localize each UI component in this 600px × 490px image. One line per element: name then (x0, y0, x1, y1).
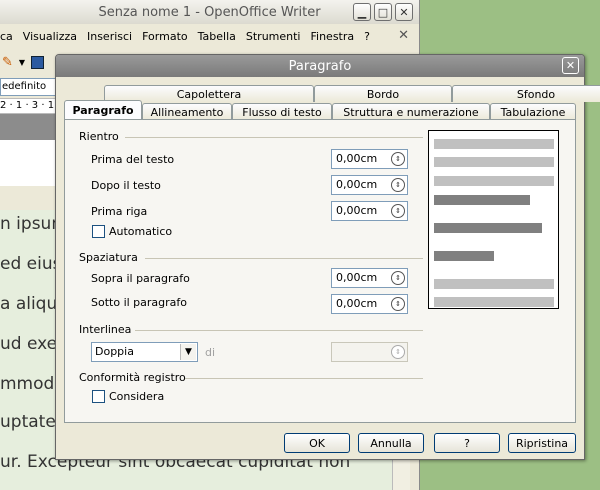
menu-edit[interactable]: ca (0, 30, 13, 43)
label-sopra: Sopra il paragrafo (91, 272, 190, 285)
tab-flusso-testo[interactable]: Flusso di testo (232, 103, 332, 120)
label-prima-riga: Prima riga (91, 205, 148, 218)
preview-line (434, 195, 530, 205)
spin-updown-icon[interactable]: ⇕ (391, 178, 405, 192)
tab-struttura-numerazione[interactable]: Struttura e numerazione (332, 103, 490, 120)
label-sotto: Sotto il paragrafo (91, 296, 188, 309)
close-document-icon[interactable]: ✕ (398, 28, 409, 43)
paragraph-dialog: Paragrafo ✕ Capolettera Bordo Sfondo Par… (55, 54, 600, 460)
preview-line (434, 297, 554, 307)
tab-sfondo[interactable]: Sfondo (452, 85, 600, 102)
divider (185, 378, 423, 379)
menu-formato[interactable]: Formato (142, 30, 188, 43)
paragraph-style-box[interactable]: edefinito (0, 78, 58, 96)
menu-visualizza[interactable]: Visualizza (23, 30, 77, 43)
menu-tabella[interactable]: Tabella (198, 30, 236, 43)
considera-checkbox[interactable] (92, 390, 105, 403)
doc-line: ed eius (0, 254, 62, 274)
writer-title: Senza nome 1 - OpenOffice Writer (98, 4, 321, 20)
preview-line (434, 251, 494, 261)
preview-line (434, 223, 542, 233)
menu-bar: ca Visualizza Inserisci Formato Tabella … (0, 24, 419, 48)
tab-allineamento[interactable]: Allineamento (142, 103, 232, 120)
label-considera: Considera (109, 390, 165, 403)
divider (145, 258, 423, 259)
tab-bordo[interactable]: Bordo (314, 85, 452, 102)
tab-tabulazione[interactable]: Tabulazione (490, 103, 576, 120)
section-interlinea: Interlinea (79, 323, 132, 336)
menu-inserisci[interactable]: Inserisci (87, 30, 132, 43)
section-registro: Conformità registro (79, 371, 186, 384)
tab-paragrafo[interactable]: Paragrafo (64, 100, 142, 120)
label-dopo-testo: Dopo il testo (91, 179, 161, 192)
dropdown-arrow-icon[interactable]: ▼ (19, 58, 25, 67)
paint-icon[interactable]: ✎ (2, 55, 13, 70)
prima-testo-field[interactable]: 0,00cm ⇕ (331, 149, 408, 169)
preview-line (434, 279, 554, 289)
spin-updown-icon[interactable]: ⇕ (391, 152, 405, 166)
label-automatico: Automatico (109, 225, 173, 238)
ok-button[interactable]: OK (284, 433, 350, 453)
menu-strumenti[interactable]: Strumenti (246, 30, 301, 43)
doc-line: mmodi (0, 374, 60, 394)
dialog-title: Paragrafo (288, 58, 352, 74)
interlinea-di-field: ⇕ (331, 342, 408, 362)
preview-line (434, 176, 554, 186)
dopo-testo-field[interactable]: 0,00cm ⇕ (331, 175, 408, 195)
tab-row-back: Capolettera Bordo Sfondo (104, 85, 600, 102)
section-spaziatura: Spaziatura (79, 251, 138, 264)
automatico-checkbox[interactable] (92, 225, 105, 238)
interlinea-select[interactable]: Doppia ▼ (91, 342, 198, 362)
doc-line: a aliqu (0, 294, 58, 314)
sopra-paragrafo-field[interactable]: 0,00cm ⇕ (331, 268, 408, 288)
dialog-titlebar: Paragrafo ✕ (56, 55, 584, 77)
sotto-paragrafo-field[interactable]: 0,00cm ⇕ (331, 294, 408, 314)
preview-line (434, 139, 554, 149)
divider (135, 330, 423, 331)
annulla-button[interactable]: Annulla (358, 433, 424, 453)
maximize-button[interactable]: □ (374, 3, 392, 21)
save-icon[interactable] (31, 55, 45, 69)
dialog-close-button[interactable]: ✕ (562, 57, 579, 74)
spin-updown-icon[interactable]: ⇕ (391, 271, 405, 285)
prima-riga-field[interactable]: 0,00cm ⇕ (331, 201, 408, 221)
label-di: di (205, 346, 216, 359)
tab-row-front: Paragrafo Allineamento Flusso di testo S… (64, 100, 576, 120)
paragraph-tab-panel: Rientro Prima del testo 0,00cm ⇕ Dopo il… (64, 119, 576, 423)
section-rientro: Rientro (79, 130, 119, 143)
spin-updown-icon[interactable]: ⇕ (391, 297, 405, 311)
writer-titlebar: Senza nome 1 - OpenOffice Writer ▁ □ ✕ (0, 0, 419, 24)
ripristina-button[interactable]: Ripristina (508, 433, 576, 453)
help-button[interactable]: ? (434, 433, 500, 453)
spin-updown-icon: ⇕ (391, 345, 405, 359)
minimize-button[interactable]: ▁ (353, 3, 371, 21)
menu-help[interactable]: ? (364, 30, 370, 43)
close-window-button[interactable]: ✕ (395, 3, 413, 21)
paragraph-preview (428, 130, 559, 309)
preview-line (434, 157, 554, 167)
label-prima-testo: Prima del testo (91, 153, 175, 166)
spin-updown-icon[interactable]: ⇕ (391, 204, 405, 218)
divider (125, 137, 423, 138)
chevron-down-icon[interactable]: ▼ (180, 344, 196, 360)
doc-line: uptate (0, 412, 56, 432)
menu-finestra[interactable]: Finestra (311, 30, 355, 43)
